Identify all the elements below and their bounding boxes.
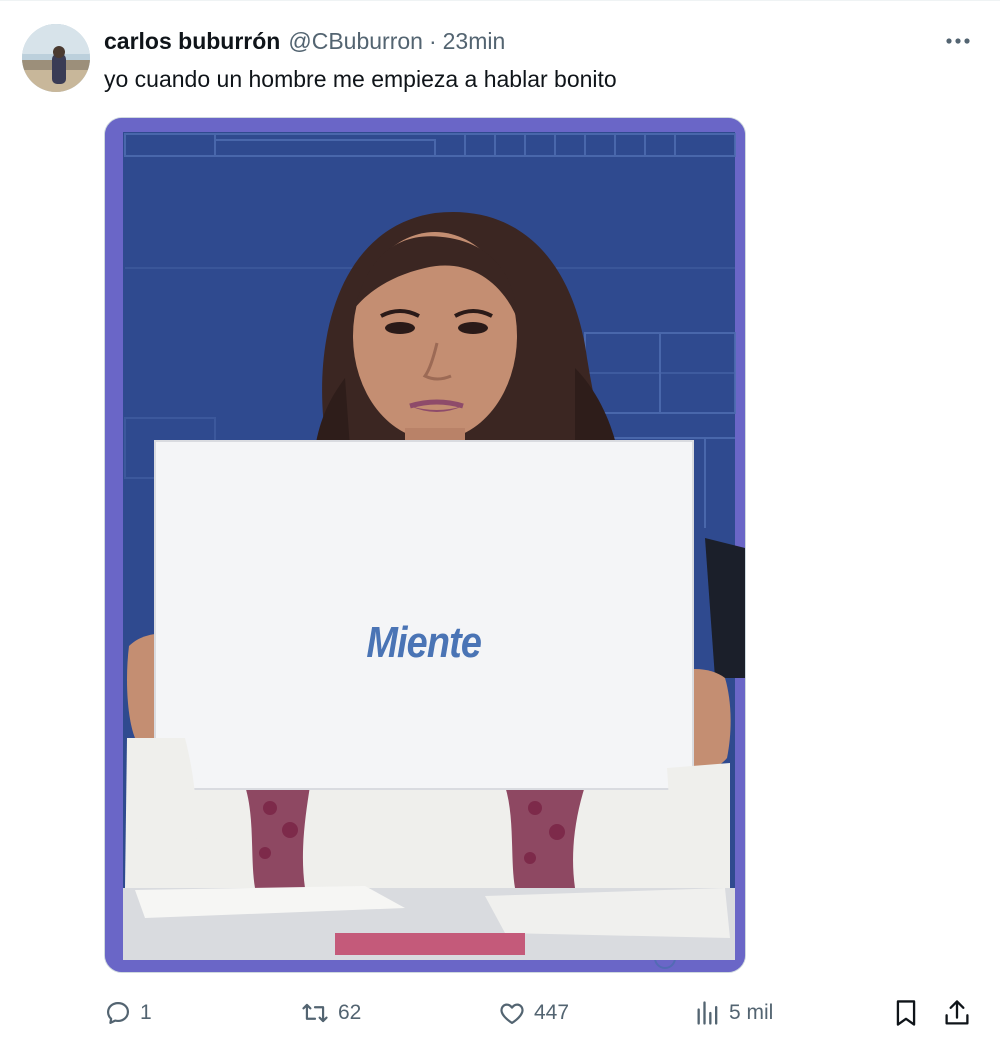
avatar-image bbox=[22, 24, 90, 92]
tweet-text: yo cuando un hombre me empieza a hablar … bbox=[104, 66, 617, 92]
more-button[interactable] bbox=[938, 26, 978, 56]
share-icon bbox=[945, 1000, 969, 1025]
top-divider bbox=[0, 0, 1000, 1]
repost-button[interactable]: 62 bbox=[300, 990, 361, 1036]
reply-button[interactable]: 1 bbox=[104, 990, 152, 1036]
avatar[interactable] bbox=[22, 24, 90, 92]
tweet-media[interactable]: Miente bbox=[104, 117, 746, 973]
repost-icon bbox=[302, 1003, 328, 1023]
reply-count: 1 bbox=[140, 1001, 152, 1024]
bookmark-icon bbox=[896, 1000, 916, 1026]
reply-icon bbox=[106, 1001, 130, 1025]
tweet-header: carlos buburrón @CBuburron · 23min bbox=[104, 27, 505, 55]
more-icon bbox=[946, 38, 970, 44]
action-bar: 1 62 447 5 mil bbox=[0, 990, 1000, 1036]
timestamp[interactable]: 23min bbox=[443, 28, 506, 55]
views-button[interactable]: 5 mil bbox=[695, 990, 773, 1036]
repost-count: 62 bbox=[338, 1001, 362, 1024]
bookmark-button[interactable] bbox=[893, 990, 919, 1036]
sign-label-wrapper: Miente bbox=[155, 441, 693, 789]
separator-dot: · bbox=[428, 27, 437, 54]
like-count: 447 bbox=[534, 1001, 570, 1024]
views-icon bbox=[697, 1001, 718, 1025]
author-handle[interactable]: @CBuburron bbox=[288, 28, 423, 55]
views-count: 5 mil bbox=[729, 1001, 774, 1024]
share-button[interactable] bbox=[943, 990, 971, 1036]
author-name[interactable]: carlos buburrón bbox=[104, 28, 280, 55]
sign-text: Miente bbox=[366, 617, 483, 667]
like-button[interactable]: 447 bbox=[498, 990, 569, 1036]
heart-icon bbox=[500, 1003, 524, 1025]
